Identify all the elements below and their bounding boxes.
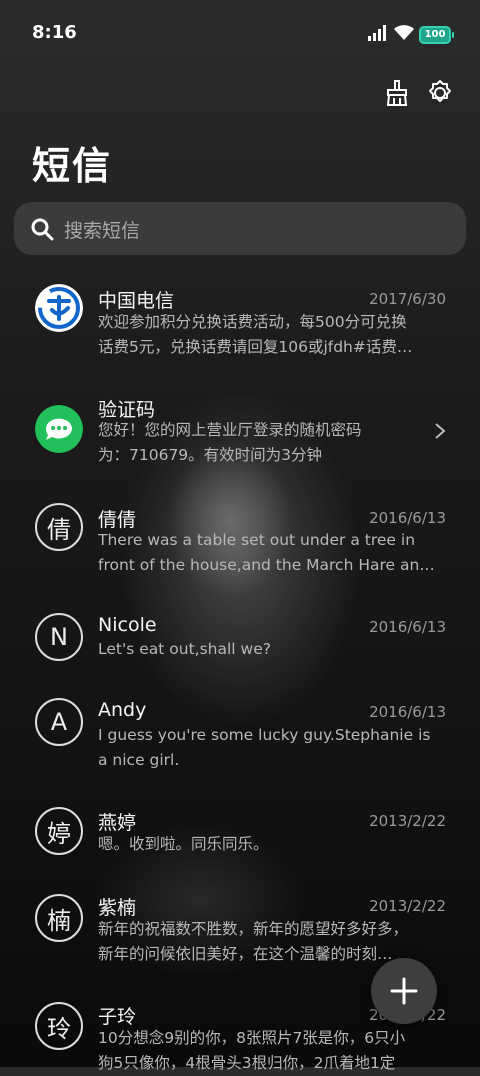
- battery-icon: 100: [419, 26, 454, 44]
- message-preview: 为：710679。有效时间为3分钟: [98, 446, 323, 464]
- status-bar: 8:16 100: [0, 0, 480, 68]
- message-preview: There was a table set out under a tree i…: [98, 531, 416, 549]
- message-preview: 10分想念9别的你，8张照片7张是你，6只小: [98, 1029, 406, 1047]
- message-preview: I guess you're some lucky guy.Stephanie …: [98, 726, 431, 744]
- broom-icon[interactable]: [382, 78, 412, 108]
- avatar: 楠: [35, 894, 83, 942]
- message-preview: front of the house,and the March Hare an…: [98, 556, 435, 574]
- wifi-icon: [394, 25, 414, 40]
- gear-icon[interactable]: [425, 78, 455, 108]
- avatar: A: [35, 698, 83, 746]
- message-date: 2017/6/30: [369, 290, 446, 308]
- list-item[interactable]: 验证码 您好！您的网上营业厅登录的随机密码 为：710679。有效时间为3分钟: [0, 390, 480, 500]
- china-telecom-logo: [35, 284, 83, 332]
- search-bar[interactable]: 搜索短信: [14, 202, 466, 255]
- contact-name: 燕婷: [98, 812, 137, 834]
- message-preview: a nice girl.: [98, 751, 180, 769]
- contact-name: 中国电信: [98, 290, 175, 312]
- message-date: 2016/6/13: [369, 509, 446, 527]
- message-preview: 嗯。收到啦。同乐同乐。: [98, 835, 269, 853]
- list-item[interactable]: 倩 倩倩 2016/6/13 There was a table set out…: [0, 500, 480, 610]
- avatar: 倩: [35, 503, 83, 551]
- avatar: 婷: [35, 807, 83, 855]
- chevron-right-icon: [435, 423, 446, 439]
- signal-icon: [368, 25, 386, 41]
- message-preview: Let's eat out,shall we?: [98, 640, 271, 658]
- chat-bubble-icon: [35, 405, 83, 453]
- avatar: 玲: [35, 1002, 83, 1050]
- contact-name: Andy: [98, 699, 147, 721]
- plus-icon: [390, 977, 418, 1005]
- message-date: 2016/6/13: [369, 703, 446, 721]
- search-icon: [31, 218, 54, 241]
- list-item[interactable]: A Andy 2016/6/13 I guess you're some luc…: [0, 695, 480, 805]
- search-input[interactable]: 搜索短信: [64, 216, 140, 243]
- message-date: 2013/2/22: [369, 897, 446, 915]
- contact-name: 紫楠: [98, 897, 137, 919]
- message-preview: 话费5元，兑换话费请回复106或jfdh#话费…: [98, 338, 413, 356]
- page-title: 短信: [32, 144, 113, 188]
- avatar: N: [35, 613, 83, 661]
- message-date: 2013/2/22: [369, 812, 446, 830]
- new-message-button[interactable]: [371, 958, 437, 1024]
- status-time: 8:16: [32, 22, 77, 43]
- contact-name: 子玲: [98, 1006, 137, 1028]
- contact-name: Nicole: [98, 614, 157, 636]
- list-item[interactable]: 中国电信 2017/6/30 欢迎参加积分兑换话费活动，每500分可兑换 话费5…: [0, 280, 480, 390]
- message-preview: 新年的祝福数不胜数，新年的愿望好多好多，: [98, 920, 409, 938]
- message-preview: 您好！您的网上营业厅登录的随机密码: [98, 421, 362, 439]
- message-date: 2016/6/13: [369, 618, 446, 636]
- message-preview: 欢迎参加积分兑换话费活动，每500分可兑换: [98, 313, 407, 331]
- message-preview: 狗5只像你，4根骨头3根归你，2爪着地1定: [98, 1054, 396, 1072]
